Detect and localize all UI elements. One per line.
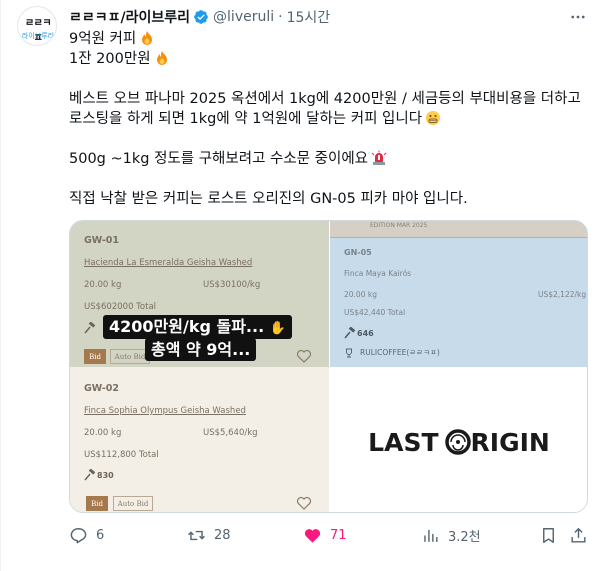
lot-weight: 20.00 kg (344, 290, 377, 299)
reply-button[interactable]: 6 (69, 526, 104, 545)
gavel-icon (84, 469, 96, 481)
repost-icon (188, 530, 205, 541)
gavel-icon (84, 322, 96, 334)
police-light-emoji-icon (371, 150, 387, 165)
bid-button: Bid (86, 496, 108, 511)
lot-name-link: Finca Sophia Olympus Geisha Washed (84, 406, 246, 416)
share-icon (571, 527, 586, 543)
lot-price-per-kg: US$2,122/kg (538, 290, 587, 299)
winner-name: RULICOFFEE(ㄹㄹㅋㅍ) (360, 348, 440, 357)
tweet-text-span: 9억원 커피 (69, 31, 137, 47)
bid-count: 830 (84, 469, 114, 481)
author-handle[interactable]: @liveruli (213, 9, 274, 25)
bookmark-icon (543, 528, 554, 543)
repost-button[interactable]: 28 (187, 526, 231, 545)
lot-total: US$602000 Total (84, 302, 157, 312)
tweet-text-line-6: 직접 낙찰 받은 커피는 로스트 오리진의 GN-05 피카 마야 입니다. (69, 191, 468, 207)
lot-code: GN-05 (344, 248, 372, 257)
lot-card-gw-02: GW-02 Finca Sophia Olympus Geisha Washed… (70, 367, 329, 512)
lot-total: US$112,800 Total (84, 450, 159, 460)
tweet-text-span: 500g ~1kg 정도를 구해보려고 수소문 중이에요 (69, 151, 369, 167)
lot-total: US$42,440 Total (344, 308, 406, 317)
tweet-text-span: 로스팅을 하게 되면 1kg에 약 1억원에 달하는 커피 입니다 (69, 111, 423, 127)
repost-count: 28 (214, 528, 231, 543)
heart-outline-icon (296, 496, 312, 510)
share-button[interactable] (569, 526, 596, 545)
last-origin-logo-panel: LAST RIGIN (330, 367, 587, 512)
heart-filled-icon (304, 529, 321, 543)
tweet-text-line-2: 1잔 200만원 (69, 49, 599, 69)
trophy-icon (346, 348, 352, 357)
lot-card-gw-01: GW-01 Hacienda La Esmeralda Geisha Washe… (70, 221, 329, 367)
lot-name-link: Finca Maya Kairós (344, 269, 412, 278)
lot-weight: 20.00 kg (84, 428, 122, 438)
bid-count-value: 646 (357, 328, 374, 338)
winner-row: RULICOFFEE(ㄹㄹㅋㅍ) (344, 347, 440, 358)
lot-edition-text: EDITION MAR 2025 (370, 222, 428, 229)
lot-price-per-kg: US$5,640/kg (203, 428, 258, 438)
tweet-text-span: 1잔 200만원 (69, 51, 151, 67)
logo-text-left: LAST (368, 427, 439, 457)
header-separator: · (278, 9, 283, 25)
lot-code: GW-02 (84, 383, 120, 394)
avatar[interactable]: ㄹㄹㅋㅍ 라이브루리 (17, 6, 57, 46)
bid-button: Bid (84, 349, 106, 364)
avatar-bottom-text: 라이브루리 (21, 32, 55, 40)
more-options-icon[interactable] (567, 6, 589, 28)
lot-weight: 20.00 kg (84, 280, 122, 290)
tweet-text-line-1: 9억원 커피 (69, 29, 599, 49)
lot-price-per-kg: US$30100/kg (203, 280, 261, 290)
tweet-text-line-5: 500g ~1kg 정도를 구해보려고 수소문 중이에요 (69, 149, 599, 169)
gavel-icon (344, 327, 356, 339)
logo-text-right: RIGIN (470, 427, 550, 457)
fire-emoji-icon (156, 51, 167, 65)
views-button[interactable]: 3.2천 (421, 526, 481, 545)
verified-badge-icon (194, 10, 208, 24)
reply-count: 6 (96, 528, 105, 543)
bid-count: 646 (344, 327, 374, 339)
lot-name-link: Hacienda La Esmeralda Geisha Washed (84, 258, 253, 268)
tweet-header: ㄹㄹㅋㅍ/라이브루리 @liveruli · 15시간 (69, 6, 330, 28)
lot-band-divider (330, 237, 587, 238)
post-time[interactable]: 15시간 (287, 7, 331, 27)
tweet: ㄹㄹㅋㅍ 라이브루리 ㄹㄹㅋㅍ/라이브루리 @liveruli · 15시간 9… (0, 0, 612, 571)
views-chart-icon (424, 529, 438, 542)
tweet-text-line-4: 로스팅을 하게 되면 1kg에 약 1억원에 달하는 커피 입니다 (69, 109, 599, 129)
heart-outline-icon (296, 349, 312, 363)
auto-bid-button: Auto Bid (110, 349, 150, 364)
like-button[interactable]: 71 (303, 526, 347, 545)
author-name[interactable]: ㄹㄹㅋㅍ/라이브루리 (69, 7, 190, 27)
logo-o-emblem-icon (444, 429, 471, 455)
last-origin-logo: LAST RIGIN (364, 425, 554, 459)
fire-emoji-icon (142, 31, 153, 45)
lot-edition-band: EDITION MAR 2025 (330, 221, 587, 237)
bookmark-button[interactable] (539, 526, 566, 545)
like-count: 71 (330, 528, 347, 543)
lot-card-gn-05: EDITION MAR 2025 GN-05 Finca Maya Kairós… (330, 221, 587, 367)
bid-count-value: 830 (97, 470, 114, 480)
media-image[interactable]: GW-01 Hacienda La Esmeralda Geisha Washe… (69, 220, 588, 513)
lot-code: GW-01 (84, 235, 120, 246)
reply-icon (70, 528, 87, 544)
views-count: 3.2천 (448, 530, 481, 545)
tweet-text-line-3: 베스트 오브 파나마 2025 옥션에서 1kg에 4200만원 / 세금등의 … (69, 91, 581, 107)
grimacing-face-emoji-icon (426, 111, 441, 125)
auto-bid-button: Auto Bid (113, 496, 153, 511)
